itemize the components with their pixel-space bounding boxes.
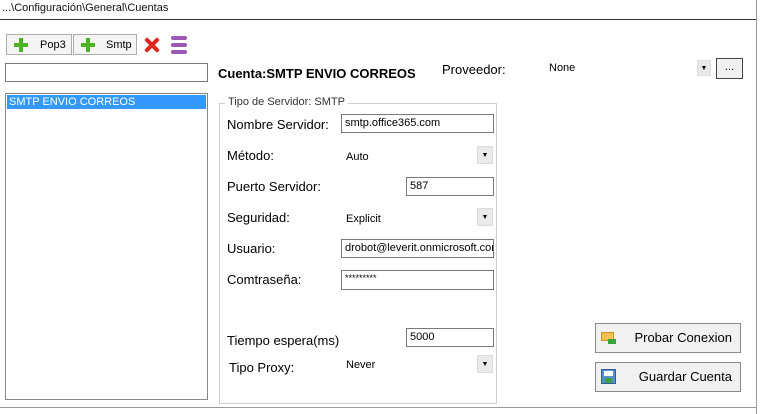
bottom-border — [0, 407, 757, 408]
proveedor-browse-button[interactable]: ... — [716, 58, 743, 79]
list-item[interactable]: SMTP ENVIO CORREOS — [7, 95, 206, 109]
right-border — [756, 0, 757, 414]
account-title: Cuenta:SMTP ENVIO CORREOS — [218, 66, 416, 81]
save-icon — [601, 369, 616, 384]
chevron-down-icon[interactable]: ▼ — [697, 60, 711, 76]
usuario-input[interactable]: drobot@leverit.onmicrosoft.com — [341, 239, 494, 258]
add-pop3-label: Pop3 — [40, 39, 66, 51]
add-smtp-button[interactable]: Smtp — [73, 34, 137, 55]
puerto-servidor-label: Puerto Servidor: — [227, 179, 321, 194]
proveedor-select[interactable]: None — [549, 62, 575, 74]
puerto-servidor-input[interactable]: 587 — [406, 177, 494, 196]
server-group-title: Tipo de Servidor: SMTP — [225, 96, 348, 108]
guardar-cuenta-label: Guardar Cuenta — [638, 369, 732, 384]
plus-icon — [13, 37, 29, 53]
search-input[interactable] — [5, 63, 208, 82]
chevron-down-icon[interactable]: ▼ — [477, 355, 493, 373]
metodo-select[interactable]: Auto — [346, 151, 369, 163]
guardar-cuenta-button[interactable]: Guardar Cuenta — [595, 362, 741, 392]
metodo-label: Método: — [227, 148, 274, 163]
chevron-down-icon[interactable]: ▼ — [477, 146, 493, 164]
nombre-servidor-input[interactable]: smtp.office365.com — [341, 114, 494, 133]
password-input[interactable]: ********* — [341, 270, 494, 290]
test-connection-icon — [601, 330, 617, 346]
header-divider — [0, 19, 756, 20]
delete-icon[interactable] — [143, 36, 161, 54]
account-list[interactable]: SMTP ENVIO CORREOS — [5, 93, 208, 400]
cuenta-label: Cuenta: — [218, 66, 267, 81]
usuario-label: Usuario: — [227, 241, 276, 256]
probar-conexion-button[interactable]: Probar Conexion — [595, 323, 741, 353]
add-pop3-button[interactable]: Pop3 — [6, 34, 72, 55]
tipo-proxy-label: Tipo Proxy: — [229, 360, 295, 375]
password-label: Comtraseña: — [227, 272, 302, 287]
seguridad-label: Seguridad: — [227, 210, 290, 225]
nombre-servidor-label: Nombre Servidor: — [227, 117, 329, 132]
cuenta-value: SMTP ENVIO CORREOS — [266, 66, 416, 81]
tipo-proxy-select[interactable]: Never — [346, 359, 375, 371]
seguridad-select[interactable]: Explicit — [346, 213, 381, 225]
database-icon[interactable] — [171, 36, 187, 54]
add-smtp-label: Smtp — [106, 39, 132, 51]
breadcrumb: ...\Configuración\General\Cuentas — [2, 2, 169, 14]
chevron-down-icon[interactable]: ▼ — [477, 208, 493, 226]
plus-icon — [80, 37, 96, 53]
probar-conexion-label: Probar Conexion — [634, 330, 732, 345]
proveedor-label: Proveedor: — [442, 62, 506, 77]
tiempo-espera-label: Tiempo espera(ms) — [227, 333, 340, 348]
tiempo-espera-input[interactable]: 5000 — [406, 328, 494, 347]
